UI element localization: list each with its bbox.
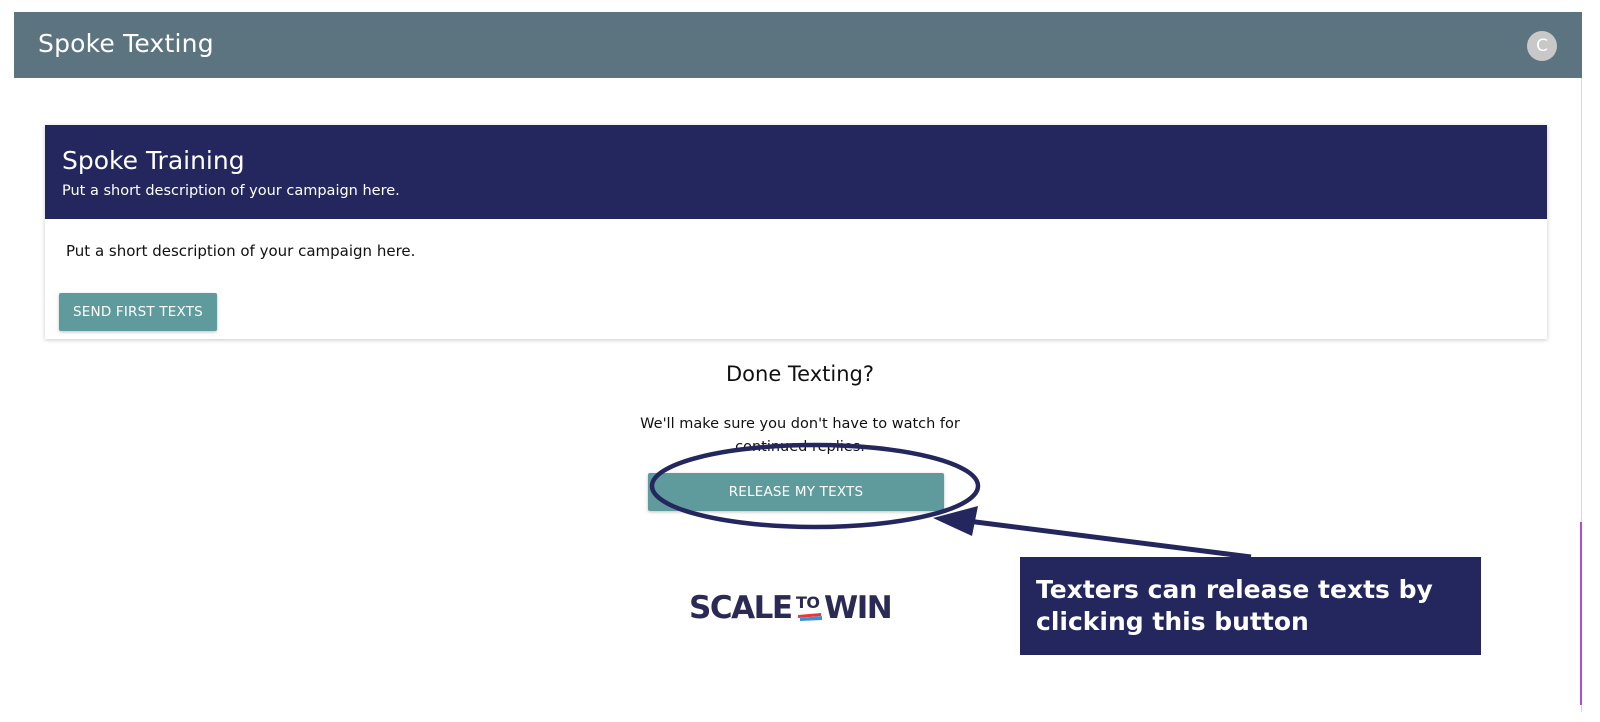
annotation-callout: Texters can release texts by clicking th… [1020,557,1481,655]
frame-accent [1580,522,1582,705]
send-first-texts-button[interactable]: SEND FIRST TEXTS [59,293,217,331]
logo-word-win: WIN [824,590,893,626]
logo-word-scale: SCALE [689,590,793,626]
app-title: Spoke Texting [38,29,214,58]
campaign-description: Put a short description of your campaign… [66,242,416,260]
campaign-card: Spoke Training Put a short description o… [45,125,1547,339]
campaign-subtitle: Put a short description of your campaign… [62,183,400,199]
top-app-bar: Spoke Texting C [14,12,1582,78]
logo-flag-icon [798,613,822,621]
callout-text: Texters can release texts by clicking th… [1036,575,1433,636]
logo-word-to: TO [796,593,820,612]
scale-to-win-logo: SCALE TO WIN [689,590,903,630]
user-avatar[interactable]: C [1527,31,1557,61]
done-texting-heading: Done Texting? [725,362,874,386]
release-my-texts-button[interactable]: RELEASE MY TEXTS [648,473,944,511]
campaign-title: Spoke Training [62,146,245,175]
campaign-card-header: Spoke Training Put a short description o… [45,125,1547,219]
done-texting-description: We'll make sure you don't have to watch … [640,416,960,455]
